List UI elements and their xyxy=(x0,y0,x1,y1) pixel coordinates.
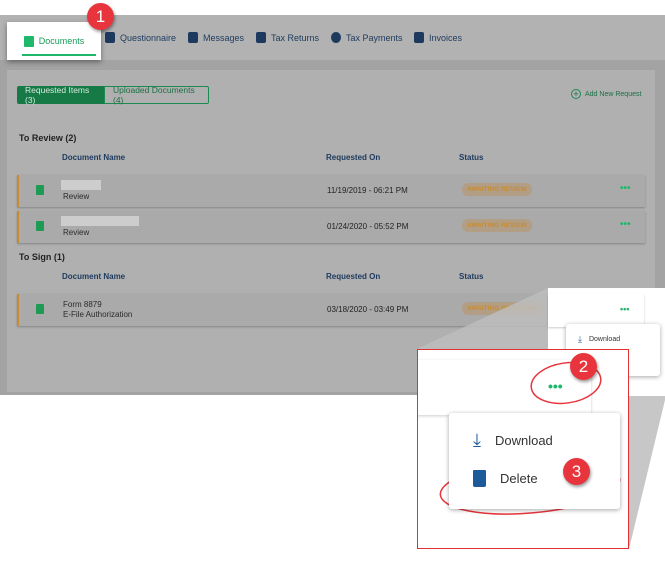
download-icon: ⤓ xyxy=(473,430,481,450)
callout-badge-2: 2 xyxy=(570,353,597,380)
menu-label: Download xyxy=(588,336,621,343)
menu-item-download[interactable]: ⤓ Download xyxy=(473,430,553,451)
row-fragment xyxy=(548,294,644,327)
download-icon: ⤓ xyxy=(578,334,582,344)
more-options-button[interactable]: ••• xyxy=(620,304,629,314)
trash-icon xyxy=(473,470,486,487)
options-menu: ⤓ Download Delete xyxy=(449,413,620,509)
menu-item-delete[interactable]: Delete xyxy=(473,470,538,487)
menu-label: Delete xyxy=(500,471,538,486)
menu-item-download[interactable]: ⤓ Download xyxy=(578,334,620,345)
callout-badge-3: 3 xyxy=(563,458,590,485)
menu-label: Download xyxy=(494,433,553,448)
magnified-callout: ••• ⤓ Download Delete xyxy=(417,349,629,549)
